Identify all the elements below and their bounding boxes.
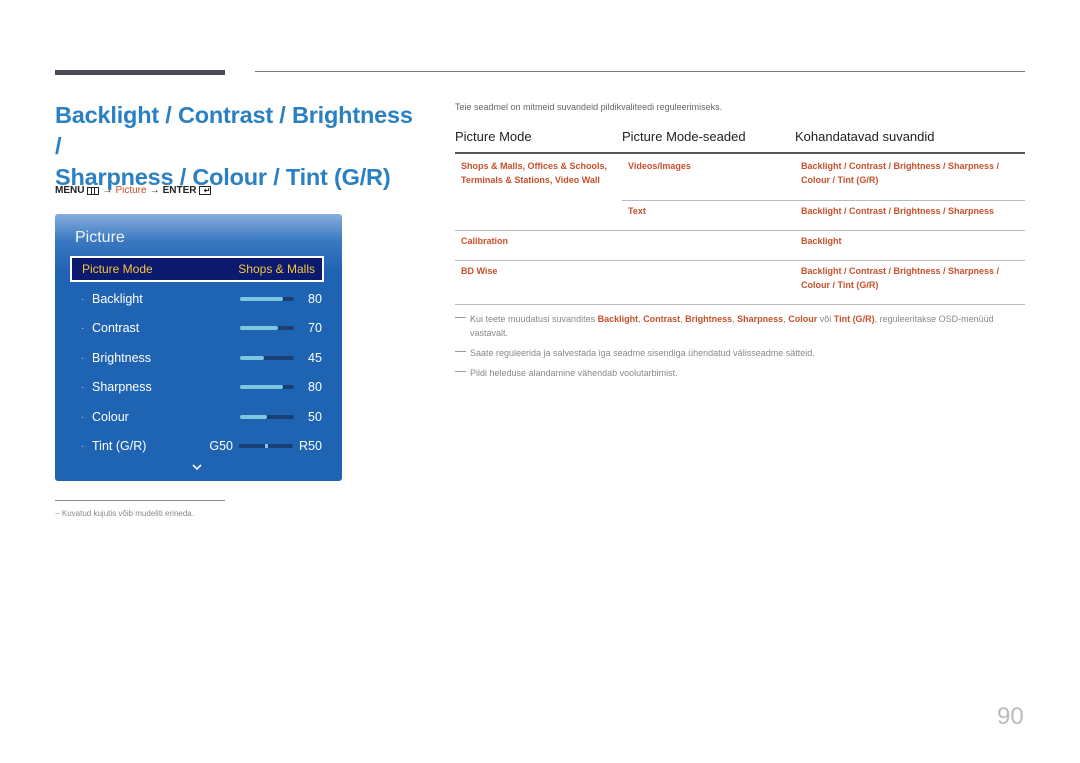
page-title: Backlight / Contrast / Brightness / Shar… <box>55 100 425 193</box>
note-item: Saate reguleerida ja salvestada iga sead… <box>455 346 1025 360</box>
bullet-icon: · <box>81 322 85 334</box>
osd-item-label: Contrast <box>92 321 140 335</box>
osd-item-label: Sharpness <box>92 380 152 394</box>
note-text: Kui teete muudatusi suvandites <box>470 314 598 324</box>
table-row: BD Wise Backlight / Contrast / Brightnes… <box>455 261 1025 304</box>
osd-item-sharpness[interactable]: · Sharpness 80 <box>81 377 322 397</box>
enter-icon: ↵ <box>199 186 212 195</box>
note-keyword: Colour <box>788 314 818 324</box>
cell-line: Backlight / Contrast / Brightness / Shar… <box>801 161 1000 171</box>
osd-slider[interactable] <box>240 326 294 330</box>
note-keyword: Contrast <box>643 314 681 324</box>
osd-tint-slider[interactable] <box>239 444 293 448</box>
osd-item-value: 80 <box>308 292 322 306</box>
bullet-icon: · <box>81 411 85 423</box>
osd-item-brightness[interactable]: · Brightness 45 <box>81 348 322 368</box>
cell-line: Colour / Tint (G/R) <box>801 175 879 185</box>
osd-slider[interactable] <box>240 356 294 360</box>
osd-slider-fill <box>240 297 284 301</box>
menu-path-picture: Picture <box>115 185 147 196</box>
osd-item-label: Tint (G/R) <box>92 439 147 453</box>
chevron-down-icon[interactable] <box>192 462 202 472</box>
osd-item-label: Backlight <box>92 292 143 306</box>
osd-slider[interactable] <box>240 385 294 389</box>
menu-icon <box>87 186 100 195</box>
table-cell-setting <box>628 234 801 260</box>
table-header-cell: Kohandatavad suvandid <box>795 129 935 144</box>
osd-slider[interactable] <box>240 415 294 419</box>
osd-item-tint[interactable]: · Tint (G/R) G50 R50 <box>81 436 322 456</box>
header-rule-thin <box>255 71 1025 72</box>
picture-mode-table: Picture Mode Picture Mode-seaded Kohanda… <box>455 128 1025 305</box>
cell-line: Terminals & Stations, Video Wall <box>461 175 600 185</box>
osd-slider-fill <box>240 415 267 419</box>
arrow-icon: → <box>102 185 113 196</box>
enter-label: ENTER <box>162 185 197 196</box>
osd-item-value: 45 <box>308 351 322 365</box>
osd-item-label: Brightness <box>92 351 152 365</box>
header-rule-thick <box>55 70 225 75</box>
page-number: 90 <box>997 703 1024 730</box>
table-divider <box>455 304 1025 305</box>
table-header: Picture Mode Picture Mode-seaded Kohanda… <box>455 128 1025 154</box>
note-keyword: Brightness <box>685 314 733 324</box>
table-row: Shops & Malls, Offices & Schools, Termina… <box>455 154 1025 200</box>
table-cell-mode: Calibration <box>461 236 509 246</box>
osd-item-value: Shops & Malls <box>238 262 315 276</box>
note-item: Kui teete muudatusi suvandites Backlight… <box>455 312 1025 340</box>
table-header-cell: Picture Mode <box>455 129 532 144</box>
footnote-rule <box>55 500 225 501</box>
notes: Kui teete muudatusi suvandites Backlight… <box>455 312 1025 386</box>
osd-item-contrast[interactable]: · Contrast 70 <box>81 318 322 338</box>
table-cell-setting: Videos/Images <box>628 161 691 171</box>
osd-item-backlight[interactable]: · Backlight 80 <box>81 289 322 309</box>
menu-label: MENU <box>55 185 85 196</box>
bullet-icon: · <box>81 352 85 364</box>
tint-green-value: G50 <box>209 439 233 453</box>
intro-text: Teie seadmel on mitmeid suvandeid pildik… <box>455 102 723 112</box>
table-cell-setting: Text <box>628 206 646 216</box>
osd-item-value: 50 <box>308 410 322 424</box>
page-title-line1: Backlight / Contrast / Brightness / <box>55 102 413 159</box>
osd-item-label: Picture Mode <box>82 262 153 276</box>
osd-item-value: 80 <box>308 380 322 394</box>
footnote: − Kuvatud kujutis võib mudeliti erineda. <box>55 509 194 518</box>
osd-slider[interactable] <box>240 297 294 301</box>
osd-title: Picture <box>75 229 125 246</box>
osd-picture-menu: Picture Picture Mode Shops & Malls · Bac… <box>55 214 342 481</box>
table-cell-mode: Shops & Malls, Offices & Schools, Termina… <box>455 159 628 200</box>
osd-tint-knob[interactable] <box>265 444 268 448</box>
osd-slider-fill <box>240 326 278 330</box>
menu-path: MENU → Picture → ENTER ↵ <box>55 185 212 196</box>
osd-item-label: Colour <box>92 410 129 424</box>
osd-slider-fill <box>240 385 284 389</box>
bullet-icon: · <box>81 440 85 452</box>
table-row: Calibration Backlight <box>455 231 1025 260</box>
osd-slider-fill <box>240 356 265 360</box>
bullet-icon: · <box>81 381 85 393</box>
table-cell-setting <box>628 264 801 304</box>
osd-item-colour[interactable]: · Colour 50 <box>81 407 322 427</box>
table-cell-options: Backlight <box>801 236 842 246</box>
cell-line: Shops & Malls, Offices & Schools, <box>461 161 608 171</box>
table-header-cell: Picture Mode-seaded <box>622 129 746 144</box>
table-cell-options: Backlight / Contrast / Brightness / Shar… <box>801 206 995 216</box>
table-row: Text Backlight / Contrast / Brightness /… <box>455 201 1025 230</box>
arrow-icon: → <box>149 185 160 196</box>
cell-line: Backlight / Contrast / Brightness / Shar… <box>801 266 1000 276</box>
table-cell-options: Backlight / Contrast / Brightness / Shar… <box>801 264 1025 304</box>
note-item: Pildi heleduse alandamine vähendab voolu… <box>455 366 1025 380</box>
note-text: või <box>817 314 834 324</box>
table-cell-options: Backlight / Contrast / Brightness / Shar… <box>801 159 1025 200</box>
table-cell-mode: BD Wise <box>461 266 498 276</box>
note-keyword: Tint (G/R) <box>833 314 875 324</box>
tint-red-value: R50 <box>299 439 322 453</box>
bullet-icon: · <box>81 293 85 305</box>
note-keyword: Sharpness <box>737 314 784 324</box>
osd-item-value: 70 <box>308 321 322 335</box>
cell-line: Colour / Tint (G/R) <box>801 280 879 290</box>
note-keyword: Backlight <box>597 314 639 324</box>
osd-item-picture-mode[interactable]: Picture Mode Shops & Malls <box>70 256 324 282</box>
table-cell-mode <box>455 204 628 230</box>
